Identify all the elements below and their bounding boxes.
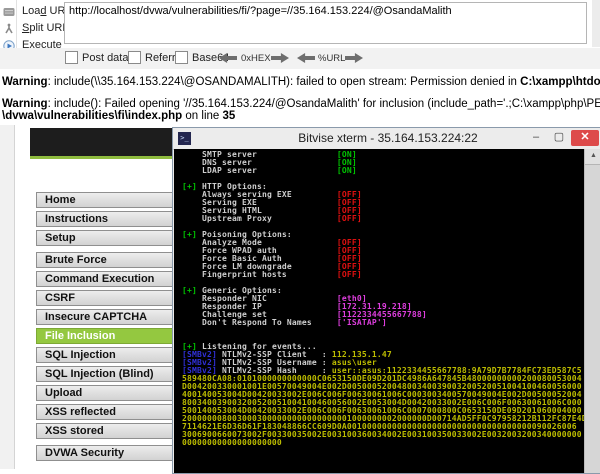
split-url-icon <box>2 22 16 34</box>
sidebar-item-insecure-captcha[interactable]: Insecure CAPTCHA <box>36 309 176 325</box>
menu-group: Home Instructions Setup <box>36 192 176 246</box>
terminal-line: Force Basic Auth [OFF] <box>182 255 362 263</box>
terminal-line: [+] Generic Options: <box>182 287 282 295</box>
terminal-line: 589480CA08:0101000000000000C0653150DE09D… <box>182 375 582 383</box>
php-warnings: Warning: include(\\35.164.153.224\@OSAND… <box>0 69 600 125</box>
sidebar-item-setup[interactable]: Setup <box>36 230 176 246</box>
terminal-line: DNS server [ON] <box>182 159 357 167</box>
dvwa-menu: Home Instructions Setup Brute Force Command … <box>36 192 176 467</box>
close-button[interactable]: ✕ <box>571 130 599 146</box>
scroll-up-icon[interactable]: ▲ <box>585 149 600 165</box>
load-url-icon <box>2 5 16 17</box>
terminal-line: 2000000080030003000000000000000001000000… <box>182 415 584 423</box>
terminal-line: 800340039003200520051004100460056002E005… <box>182 399 582 407</box>
terminal-titlebar[interactable]: >_ Bitvise xterm - 35.164.153.224:22 – ▢… <box>173 128 600 150</box>
terminal-line: D004200330001001E00570049004E002D0050005… <box>182 383 582 391</box>
terminal-line: Responder IP [172.31.19.218] <box>182 303 412 311</box>
terminal-line: Challenge set [1122334455667788] <box>182 311 427 319</box>
terminal-window: >_ Bitvise xterm - 35.164.153.224:22 – ▢… <box>172 127 600 474</box>
url-decode-button[interactable] <box>297 53 315 63</box>
hex-label: 0xHEX <box>241 53 271 64</box>
terminal-scrollbar[interactable]: ▲ <box>584 149 600 473</box>
terminal-line: 3006900660073002F00330035002E00310036003… <box>182 431 582 439</box>
load-url-button[interactable]: Load URL <box>2 3 72 19</box>
sidebar-item-home[interactable]: Home <box>36 192 176 208</box>
post-data-option: Post data <box>65 51 128 64</box>
terminal-line: Serving HTML [OFF] <box>182 207 362 215</box>
warning-line: Warning: include(): Failed opening '//35… <box>2 97 600 110</box>
sidebar-item-xss-stored[interactable]: XSS stored <box>36 423 176 439</box>
menu-group: Brute Force Command Execution CSRF Insecure… <box>36 252 176 439</box>
terminal-line: [+] Poisoning Options: <box>182 231 292 239</box>
terminal-line: LDAP server [ON] <box>182 167 357 175</box>
url-scroll-strip <box>592 0 600 47</box>
url-encode-button[interactable] <box>345 53 363 63</box>
sidebar-item-xss-reflected[interactable]: XSS reflected <box>36 404 176 420</box>
post-data-label: Post data <box>82 51 129 64</box>
terminal-line: Upstream Proxy [OFF] <box>182 215 362 223</box>
sidebar-item-file-inclusion[interactable]: File Inclusion <box>36 328 176 344</box>
sidebar-item-csrf[interactable]: CSRF <box>36 290 176 306</box>
url-label: %URL <box>318 53 346 64</box>
sidebar-item-instructions[interactable]: Instructions <box>36 211 176 227</box>
terminal-output: SMTP server [ON] DNS server [ON] LDAP se… <box>182 151 584 447</box>
url-input[interactable]: http://localhost/dvwa/vulnerabilities/fi… <box>64 2 587 44</box>
sidebar-item-upload[interactable]: Upload <box>36 385 176 401</box>
terminal-body: SMTP server [ON] DNS server [ON] LDAP se… <box>174 149 600 473</box>
post-data-checkbox[interactable] <box>65 51 78 64</box>
maximize-button[interactable]: ▢ <box>548 130 570 146</box>
terminal-line: 500140053004D00420033002E006C006F0063006… <box>182 407 582 415</box>
hackbar-options-row: Post data Referrer Base64 0xHEX %URL <box>0 48 600 70</box>
terminal-line: 00000000000000000000 <box>182 439 282 447</box>
terminal-line: [+] Listening for events... <box>182 343 317 351</box>
left-rail <box>0 125 15 469</box>
terminal-line: Analyze Mode [OFF] <box>182 239 362 247</box>
terminal-line: Fingerprint hosts [OFF] <box>182 271 362 279</box>
sidebar-item-sql-injection-blind-[interactable]: SQL Injection (Blind) <box>36 366 176 382</box>
terminal-line: [SMBv2] NTLMv2-SSP Hash : user::asus:112… <box>182 367 582 375</box>
terminal-line: [+] HTTP Options: <box>182 183 267 191</box>
terminal-line: 400140053004D00420033002E006C006F0063006… <box>182 391 582 399</box>
terminal-line: 7114621E6D36D61F183048866CC609D0A0010000… <box>182 423 577 431</box>
terminal-line: SMTP server [ON] <box>182 151 357 159</box>
hex-encode-button[interactable] <box>271 53 289 63</box>
sidebar-item-dvwa-security[interactable]: DVWA Security <box>36 445 176 461</box>
terminal-line: Responder NIC [eth0] <box>182 295 367 303</box>
split-url-button[interactable]: Split URL <box>2 20 68 36</box>
terminal-line: Serving EXE [OFF] <box>182 199 362 207</box>
terminal-line: Force WPAD auth [OFF] <box>182 247 362 255</box>
warning-line: Warning: include(\\35.164.153.224\@OSAND… <box>2 76 600 88</box>
sidebar-item-brute-force[interactable]: Brute Force <box>36 252 176 268</box>
terminal-line: Don't Respond To Names ['ISATAP'] <box>182 319 387 327</box>
minimize-button[interactable]: – <box>525 130 547 146</box>
terminal-line: Force LM downgrade [OFF] <box>182 263 362 271</box>
terminal-line: [SMBv2] NTLMv2-SSP Client : 112.135.1.47 <box>182 351 392 359</box>
base64-checkbox[interactable] <box>175 51 188 64</box>
terminal-line: [SMBv2] NTLMv2-SSP Username : asus\user <box>182 359 377 367</box>
terminal-line: Always serving EXE [OFF] <box>182 191 362 199</box>
warning-line: \dvwa\vulnerabilities\fi\index.php on li… <box>2 110 236 122</box>
sidebar-item-command-execution[interactable]: Command Execution <box>36 271 176 287</box>
sidebar-item-sql-injection[interactable]: SQL Injection <box>36 347 176 363</box>
referrer-checkbox[interactable] <box>128 51 141 64</box>
menu-group: DVWA Security <box>36 445 176 461</box>
split-url-label: Split URL <box>22 22 69 34</box>
